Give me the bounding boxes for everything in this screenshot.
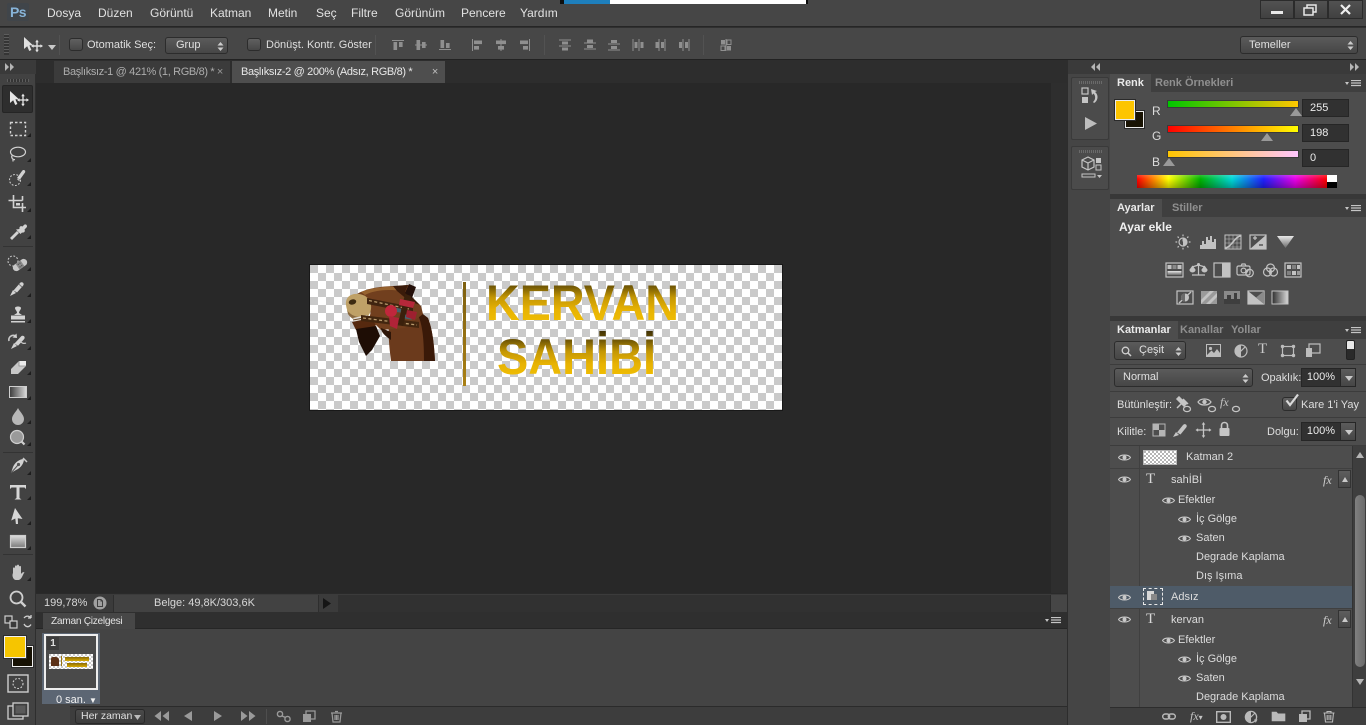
svg-text:SAHİBİ: SAHİBİ	[497, 329, 656, 385]
svg-text:KERVAN: KERVAN	[486, 275, 679, 331]
svg-text:fx: fx	[1220, 396, 1229, 409]
svg-text:▾: ▾	[1254, 718, 1258, 724]
